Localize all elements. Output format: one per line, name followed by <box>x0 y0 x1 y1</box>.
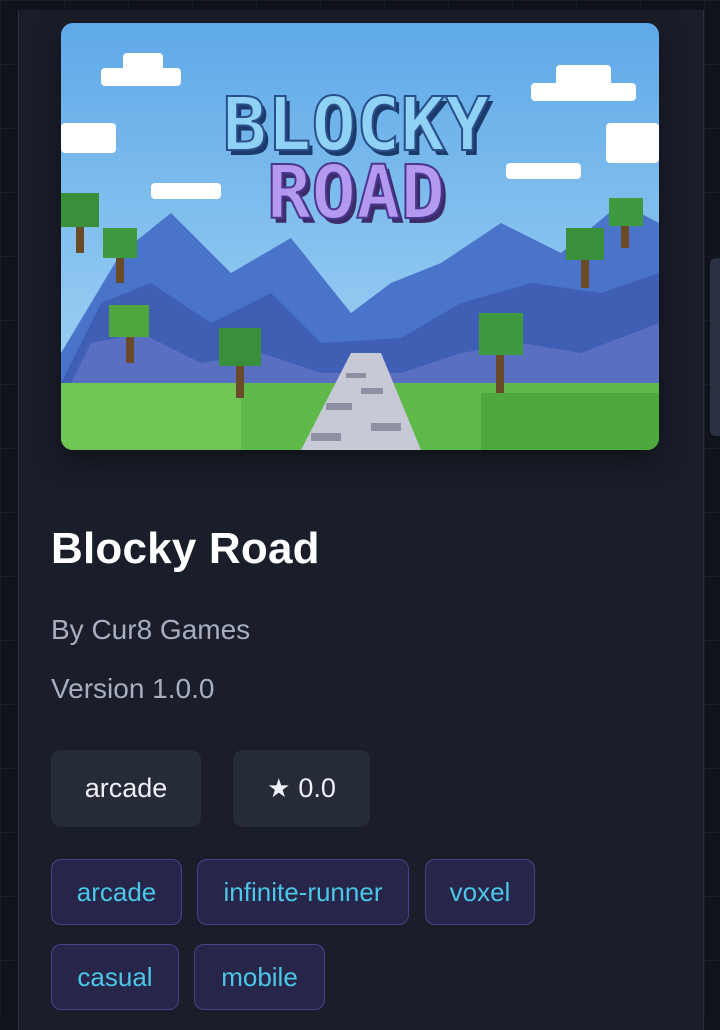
cover-title-line2: ROAD <box>267 150 445 236</box>
tag-casual[interactable]: casual <box>51 944 179 1010</box>
rating-chip: ★ 0.0 <box>233 750 370 827</box>
category-label: arcade <box>84 773 168 803</box>
game-cover-image: BLOCKY BLOCKY ROAD ROAD <box>61 23 659 450</box>
game-title: Blocky Road <box>51 524 320 573</box>
side-scroll-handle[interactable] <box>710 258 720 436</box>
game-author: By Cur8 Games <box>51 614 251 645</box>
game-version: Version 1.0.0 <box>51 673 215 704</box>
tag-voxel[interactable]: voxel <box>425 859 535 925</box>
tag-arcade[interactable]: arcade <box>51 859 182 925</box>
tag-infinite-runner[interactable]: infinite-runner <box>197 859 409 925</box>
category-chip: arcade <box>51 750 201 827</box>
star-icon: ★ <box>267 773 291 803</box>
rating-value: 0.0 <box>298 773 336 803</box>
tag-mobile[interactable]: mobile <box>194 944 325 1010</box>
